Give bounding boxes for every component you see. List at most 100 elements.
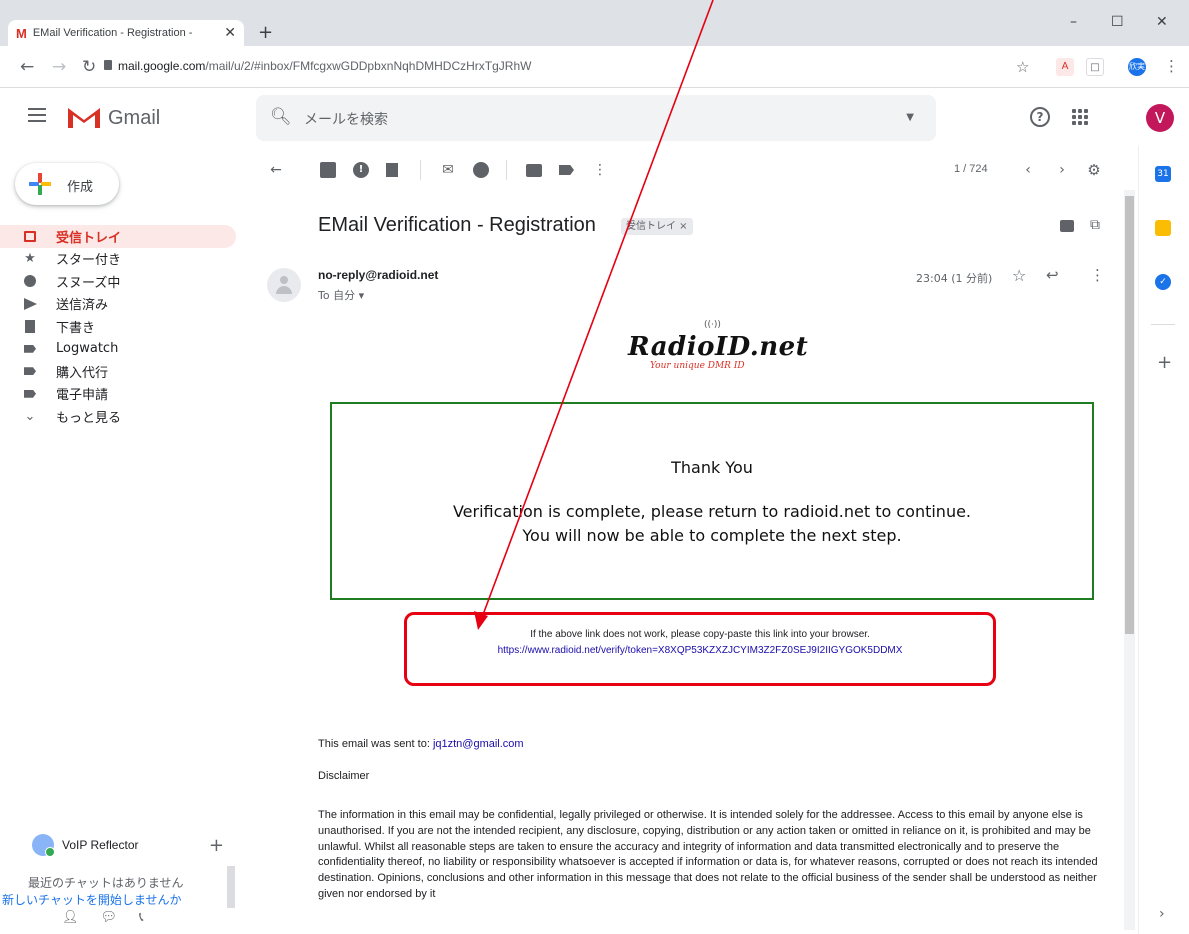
recipient-email-link[interactable]: jq1ztn@gmail.com bbox=[433, 738, 524, 750]
verification-link[interactable]: https://www.radioid.net/verify/token=X8X… bbox=[407, 645, 993, 656]
pdf-extension-icon[interactable]: A bbox=[1056, 58, 1074, 76]
search-icon[interactable]: 🔍︎ bbox=[270, 107, 292, 127]
chevron-down-icon: ⌄ bbox=[24, 408, 36, 424]
extension-icon[interactable]: □ bbox=[1086, 58, 1104, 76]
sidebar-item-label: 下書き bbox=[56, 320, 96, 336]
star-message-icon[interactable]: ☆ bbox=[1012, 266, 1026, 285]
calendar-icon[interactable]: 31 bbox=[1155, 166, 1171, 182]
label-icon bbox=[22, 386, 38, 402]
sidebar-item-snoozed[interactable]: スヌーズ中 bbox=[0, 270, 236, 293]
url-domain: mail.google.com bbox=[118, 59, 206, 73]
sidebar-item-logwatch[interactable]: Logwatch bbox=[0, 338, 236, 361]
pager-count: 1 / 724 bbox=[954, 163, 988, 175]
older-icon[interactable]: › bbox=[1054, 162, 1070, 178]
url-field[interactable]: mail.google.com/mail/u/2/#inbox/FMfcgxwG… bbox=[118, 59, 531, 73]
email-subject: EMail Verification - Registration bbox=[318, 214, 596, 236]
bookmark-star-icon[interactable]: ☆ bbox=[1016, 58, 1029, 76]
gmail-logo-text[interactable]: Gmail bbox=[108, 107, 160, 130]
keep-icon[interactable] bbox=[1155, 220, 1171, 236]
close-tab-icon[interactable]: ✕ bbox=[224, 25, 236, 41]
chrome-menu-icon[interactable]: ⋮ bbox=[1164, 57, 1179, 75]
hangouts-icon[interactable]: 💬︎ bbox=[101, 910, 118, 925]
email-time: 23:04 (1 分前) bbox=[916, 272, 993, 285]
delete-icon[interactable] bbox=[386, 163, 398, 177]
recipient-details[interactable]: To 自分 ▾ bbox=[318, 287, 364, 303]
new-tab-icon[interactable]: + bbox=[258, 22, 273, 43]
next-step-text: You will now be able to complete the nex… bbox=[522, 526, 902, 545]
mark-unread-icon[interactable]: ✉ bbox=[440, 162, 456, 178]
profile-icon[interactable]: 欣実 bbox=[1128, 58, 1146, 76]
back-to-inbox-icon[interactable]: ← bbox=[268, 162, 284, 178]
search-bar[interactable]: 🔍︎ メールを検索 ▼ bbox=[256, 95, 936, 141]
inbox-label-chip[interactable]: 受信トレイ × bbox=[621, 218, 693, 235]
person-icon[interactable]: 👤︎ bbox=[62, 910, 79, 925]
sidebar-item-drafts[interactable]: 下書き bbox=[0, 315, 236, 338]
sidebar-item-starred[interactable]: ★ スター付き bbox=[0, 248, 236, 271]
verification-complete-text: Verification is complete, please return … bbox=[452, 502, 972, 521]
report-spam-icon[interactable]: ! bbox=[353, 162, 369, 178]
sidebar-item-label: 受信トレイ bbox=[56, 230, 122, 246]
disclaimer-text: The information in this email may be con… bbox=[318, 809, 1098, 900]
sidebar-item-purchase[interactable]: 購入代行 bbox=[0, 360, 236, 383]
radioid-logo: ((·)) RadioID.net Your unique DMR ID bbox=[622, 320, 822, 380]
compose-label: 作成 bbox=[67, 180, 94, 195]
rail-separator bbox=[1151, 324, 1175, 325]
help-icon[interactable]: ? bbox=[1030, 107, 1050, 127]
search-input[interactable]: メールを検索 bbox=[304, 109, 388, 129]
tasks-icon[interactable]: ✓ bbox=[1155, 274, 1171, 290]
sent-to-line: This email was sent to: jq1ztn@gmail.com bbox=[318, 738, 524, 750]
message-scrollbar[interactable] bbox=[1124, 190, 1135, 930]
main-menu-icon[interactable] bbox=[28, 108, 46, 126]
browser-tab[interactable]: M EMail Verification - Registration - ✕ bbox=[8, 20, 244, 46]
sidebar-item-label: 購入代行 bbox=[56, 365, 109, 381]
reply-icon[interactable]: ↩ bbox=[1046, 266, 1059, 284]
archive-icon[interactable] bbox=[320, 162, 336, 178]
tab-title: EMail Verification - Registration - bbox=[32, 27, 193, 39]
settings-gear-icon[interactable]: ⚙ bbox=[1086, 162, 1102, 178]
search-options-icon[interactable]: ▼ bbox=[906, 112, 914, 123]
back-icon[interactable]: ← bbox=[20, 57, 34, 77]
get-addons-icon[interactable]: + bbox=[1157, 352, 1172, 373]
thank-you-text: Thank You bbox=[671, 458, 753, 477]
antenna-icon: ((·)) bbox=[704, 320, 721, 330]
minimize-icon[interactable]: – bbox=[1070, 14, 1077, 30]
more-actions-icon[interactable]: ⋮ bbox=[592, 162, 608, 178]
maximize-icon[interactable]: ☐ bbox=[1111, 14, 1124, 30]
sidebar-item-more[interactable]: ⌄ もっと見る bbox=[0, 405, 236, 428]
move-to-icon[interactable] bbox=[526, 164, 542, 177]
labels-icon[interactable] bbox=[559, 165, 574, 175]
chat-scrollbar[interactable] bbox=[227, 866, 235, 908]
gmail-logo-icon[interactable] bbox=[66, 104, 102, 130]
disclaimer-heading: Disclaimer bbox=[318, 770, 370, 782]
sender-address[interactable]: no-reply@radioid.net bbox=[318, 268, 438, 282]
print-icon[interactable] bbox=[1060, 220, 1074, 232]
message-more-icon[interactable]: ⋮ bbox=[1090, 266, 1105, 284]
sidebar-item-sent[interactable]: 送信済み bbox=[0, 293, 236, 316]
add-chat-icon[interactable]: + bbox=[209, 835, 224, 856]
sent-to-label: This email was sent to: bbox=[318, 738, 433, 750]
expand-panel-icon[interactable]: › bbox=[1159, 906, 1165, 922]
sidebar-item-inbox[interactable]: 受信トレイ bbox=[0, 225, 236, 248]
sidebar-nav: 受信トレイ ★ スター付き スヌーズ中 送信済み 下書き Logwatch 購入… bbox=[0, 225, 236, 428]
sidebar-item-label: 送信済み bbox=[56, 298, 109, 314]
clock-icon bbox=[22, 273, 38, 289]
compose-button[interactable]: 作成 bbox=[15, 163, 119, 205]
snooze-icon[interactable] bbox=[473, 162, 489, 178]
chat-avatar bbox=[32, 834, 55, 857]
sidebar-item-label: Logwatch bbox=[56, 341, 119, 357]
start-chat-link[interactable]: 新しいチャットを開始しませんか bbox=[2, 891, 182, 908]
reload-icon[interactable]: ↻ bbox=[82, 57, 96, 77]
sidebar-item-label: スター付き bbox=[56, 253, 122, 269]
chat-empty-text: 最近のチャットはありません bbox=[28, 876, 184, 890]
google-apps-icon[interactable] bbox=[1072, 109, 1088, 125]
forward-icon[interactable]: → bbox=[52, 57, 66, 77]
open-new-window-icon[interactable]: ⧉ bbox=[1090, 217, 1100, 233]
phone-icon[interactable]: 📞︎ bbox=[139, 910, 144, 925]
sidebar-item-e-application[interactable]: 電子申請 bbox=[0, 383, 236, 406]
account-avatar[interactable]: V bbox=[1146, 104, 1174, 132]
chat-contact[interactable]: VoIP Reflector + bbox=[32, 833, 232, 857]
toolbar-separator bbox=[420, 160, 421, 180]
scrollbar-thumb[interactable] bbox=[1125, 196, 1134, 634]
newer-icon[interactable]: ‹ bbox=[1020, 162, 1036, 178]
window-close-icon[interactable]: ✕ bbox=[1156, 14, 1168, 30]
